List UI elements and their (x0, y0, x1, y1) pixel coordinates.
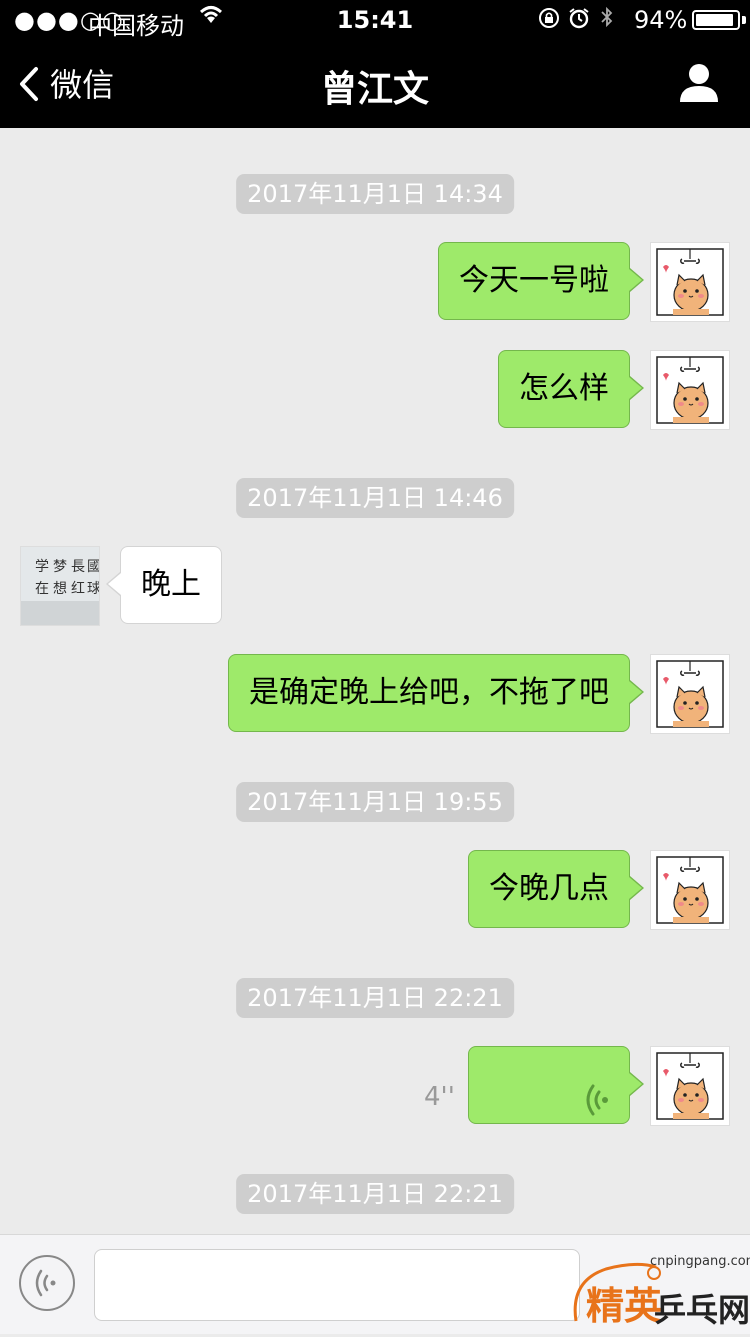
message-bubble-sent[interactable]: 今天一号啦 (438, 242, 644, 320)
timestamp: 2017年11月1日 22:21 (236, 1174, 514, 1214)
watermark-logo: cnpingpang.com 精英 乒乓网 (566, 1241, 750, 1333)
avatar-calligraphy-char: 红 (71, 581, 85, 597)
my-avatar[interactable] (650, 1046, 730, 1126)
watermark-url: cnpingpang.com (650, 1254, 750, 1269)
timestamp: 2017年11月1日 22:21 (236, 978, 514, 1018)
battery-tip (742, 16, 746, 24)
battery-percent: 94% (634, 6, 688, 34)
message-bubble-sent[interactable]: 今晚几点 (468, 850, 644, 928)
status-bar: ●●●○○ 中国移动 15:41 94% (0, 0, 750, 40)
avatar-calligraphy-char: 想 (53, 581, 67, 597)
alarm-icon (567, 8, 598, 35)
avatar-calligraphy-char: 梦 (53, 559, 67, 575)
my-avatar[interactable] (650, 850, 730, 930)
timestamp: 2017年11月1日 19:55 (236, 782, 514, 822)
voice-message-bubble[interactable] (468, 1046, 644, 1124)
timestamp: 2017年11月1日 14:34 (236, 174, 514, 214)
chat-title: 曾江文 (320, 69, 429, 110)
person-icon (678, 64, 720, 106)
timestamp: 2017年11月1日 14:46 (236, 478, 514, 518)
status-icons (538, 5, 616, 35)
chat-header: 微信 曾江文 (0, 40, 750, 128)
avatar-calligraphy-char: 球 (87, 581, 100, 597)
avatar-calligraphy-char: 長 (71, 559, 85, 575)
avatar-calligraphy-char: 学 (35, 559, 49, 575)
message-bubble-received[interactable]: 晚上 (106, 546, 222, 624)
avatar-calligraphy-char: 國 (87, 559, 100, 575)
contact-info-button[interactable] (678, 62, 720, 106)
my-avatar[interactable] (650, 242, 730, 322)
battery-icon (692, 10, 740, 30)
my-avatar[interactable] (650, 350, 730, 430)
battery-level (696, 14, 734, 26)
voice-duration: 4'' (424, 1082, 455, 1112)
my-avatar[interactable] (650, 654, 730, 734)
message-input[interactable] (94, 1249, 580, 1321)
bluetooth-icon (598, 6, 616, 35)
rotation-lock-icon (538, 8, 567, 35)
input-bar: cnpingpang.com 精英 乒乓网 (0, 1234, 750, 1334)
avatar-calligraphy-char: 在 (35, 581, 49, 597)
message-list[interactable]: 2017年11月1日 14:34 今天一号啦 怎么样 2017年11月1日 14… (0, 128, 750, 1234)
watermark-brand: 精英 (586, 1284, 663, 1328)
voice-wave-icon (583, 1069, 611, 1145)
voice-icon (33, 1268, 61, 1302)
watermark-name: 乒乓网 (654, 1291, 750, 1329)
voice-input-button[interactable] (19, 1255, 75, 1311)
message-bubble-sent[interactable]: 是确定晚上给吧，不拖了吧 (228, 654, 644, 732)
message-bubble-sent[interactable]: 怎么样 (498, 350, 644, 428)
contact-avatar[interactable]: 学 梦 長 國 在 想 红 球 (20, 546, 100, 626)
